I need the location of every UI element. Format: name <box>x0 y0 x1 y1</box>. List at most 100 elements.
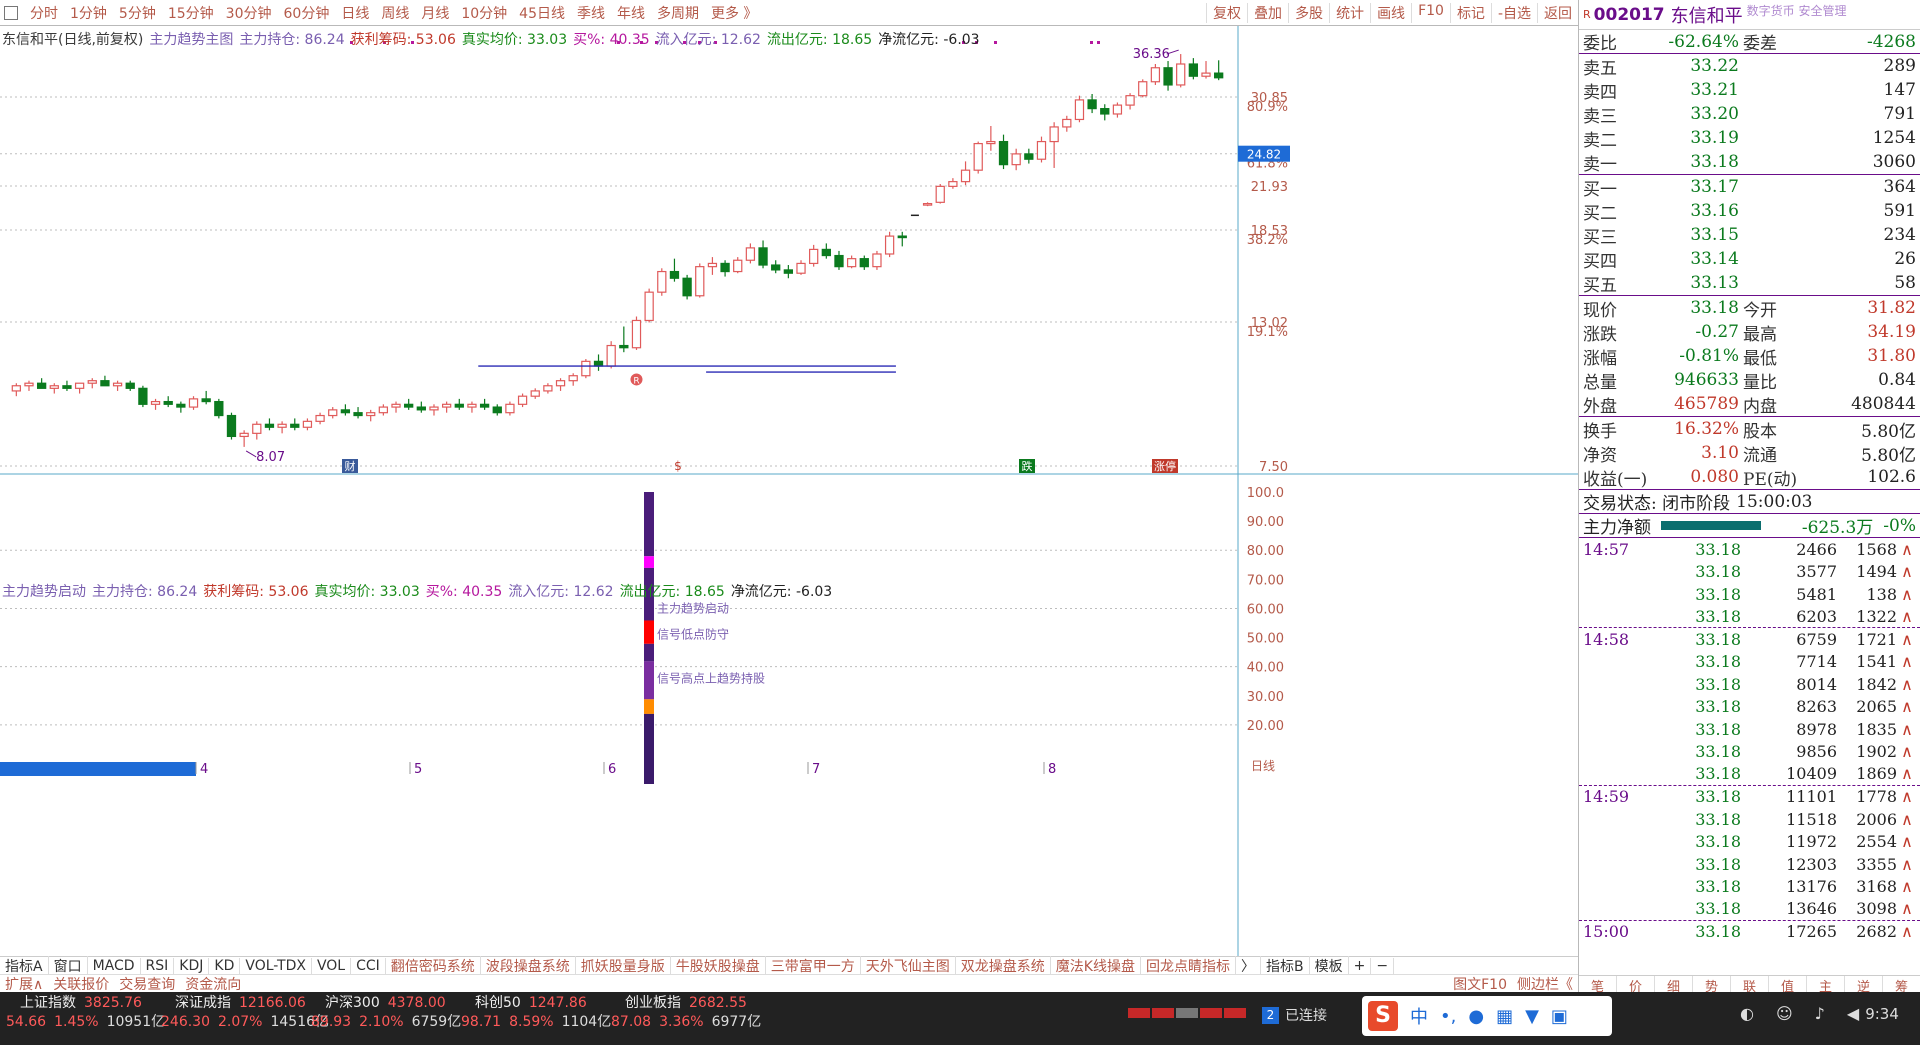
panel-tab-6[interactable]: 主 <box>1807 976 1845 995</box>
period-4[interactable]: 30分钟 <box>220 3 278 23</box>
candle-body[interactable] <box>809 248 819 265</box>
indicator-tab-22[interactable]: − <box>1371 957 1395 974</box>
function-tab-1[interactable]: 关联报价 <box>48 974 114 994</box>
candle-body[interactable] <box>935 185 945 203</box>
candle-body[interactable] <box>264 423 275 428</box>
candlestick-chart[interactable]: 30.8521.9318.5313.027.5080.9%61.8%38.2%1… <box>0 26 1578 956</box>
candle-body[interactable] <box>226 414 237 438</box>
indicator-tab-12[interactable]: 牛股妖股操盘 <box>671 955 766 976</box>
candle-body[interactable] <box>834 254 844 268</box>
ime-chinese-icon[interactable]: 中 <box>1410 1003 1428 1029</box>
candle-body[interactable] <box>290 423 300 428</box>
candle-body[interactable] <box>479 403 490 408</box>
indicator-tab-15[interactable]: 双龙操盘系统 <box>956 955 1051 976</box>
candle-body[interactable] <box>62 385 72 389</box>
candle-body[interactable] <box>1100 108 1110 115</box>
indicator-tab-17[interactable]: 回龙点睛指标 <box>1141 955 1236 976</box>
function-tab-2[interactable]: 交易查询 <box>114 974 180 994</box>
candle-body[interactable] <box>429 406 439 411</box>
candle-body[interactable] <box>707 262 718 268</box>
tick-list[interactable]: 14:57 33.18 2466 1568 ∧ 33.18 3577 1494 ∧ 33.18 54… <box>1579 538 1920 943</box>
candle-body[interactable] <box>986 140 996 145</box>
candle-body[interactable] <box>631 319 642 349</box>
ime-skin-icon[interactable]: ▼ <box>1525 1006 1539 1027</box>
candle-body[interactable] <box>74 382 85 389</box>
panel-tab-7[interactable]: 逆 <box>1845 976 1883 995</box>
candle-body[interactable] <box>1112 104 1123 115</box>
indicator-tab-2[interactable]: MACD <box>88 957 141 974</box>
candle-body[interactable] <box>1201 72 1211 77</box>
ime-keyboard-icon[interactable]: ▦ <box>1496 1006 1513 1027</box>
indicator-tab-1[interactable]: 窗口 <box>49 955 88 976</box>
candle-body[interactable] <box>657 270 667 293</box>
candle-body[interactable] <box>846 258 857 268</box>
candle-body[interactable] <box>454 403 464 408</box>
period-14[interactable]: 更多 》 <box>705 3 763 23</box>
tool-3[interactable]: 统计 <box>1329 2 1370 23</box>
user-icon[interactable]: ☺ <box>1776 1004 1793 1023</box>
candle-body[interactable] <box>593 360 604 367</box>
candle-body[interactable] <box>897 235 907 239</box>
indicator-tab-9[interactable]: 翻倍密码系统 <box>386 955 481 976</box>
candle-body[interactable] <box>36 382 47 389</box>
candle-body[interactable] <box>1024 153 1034 160</box>
candle-body[interactable] <box>960 169 971 183</box>
indicator-tab-6[interactable]: VOL-TDX <box>240 957 312 974</box>
candle-body[interactable] <box>1011 153 1021 166</box>
candle-body[interactable] <box>1176 63 1186 86</box>
candle-body[interactable] <box>391 403 401 408</box>
tool-0[interactable]: 复权 <box>1206 2 1247 23</box>
candle-body[interactable] <box>150 400 161 405</box>
index-block[interactable]: 科创50 1247.86 98.71 8.59% 1104亿 <box>455 994 611 1032</box>
candle-body[interactable] <box>948 181 958 187</box>
candle-body[interactable] <box>87 380 97 384</box>
candle-body[interactable] <box>467 403 477 408</box>
candle-body[interactable] <box>100 380 110 387</box>
candle-body[interactable] <box>872 253 882 268</box>
candle-body[interactable] <box>441 403 452 408</box>
candle-body[interactable] <box>821 248 831 257</box>
panel-tab-0[interactable]: 笔 <box>1579 976 1617 995</box>
candle-body[interactable] <box>302 420 313 428</box>
indicator-tab-20[interactable]: 模板 <box>1310 955 1349 976</box>
volume-icon[interactable]: ◀ <box>1847 1004 1859 1023</box>
period-0[interactable]: 分时 <box>24 3 64 23</box>
candle-body[interactable] <box>1074 99 1085 121</box>
indicator-tab-3[interactable]: RSI <box>141 957 175 974</box>
indicator-tab-10[interactable]: 波段操盘系统 <box>481 955 576 976</box>
period-1[interactable]: 1分钟 <box>64 3 113 23</box>
candle-body[interactable] <box>922 202 933 206</box>
candle-body[interactable] <box>973 142 983 171</box>
candle-body[interactable] <box>277 423 287 428</box>
period-2[interactable]: 5分钟 <box>113 3 162 23</box>
indicator-tab-14[interactable]: 天外飞仙主图 <box>861 955 956 976</box>
candle-body[interactable] <box>416 406 426 411</box>
candle-body[interactable] <box>644 291 654 322</box>
candle-body[interactable] <box>530 390 540 397</box>
period-5[interactable]: 60分钟 <box>278 3 336 23</box>
period-3[interactable]: 15分钟 <box>162 3 220 23</box>
candle-body[interactable] <box>252 423 262 434</box>
period-7[interactable]: 周线 <box>375 3 415 23</box>
candle-body[interactable] <box>239 432 249 438</box>
candle-body[interactable] <box>1163 67 1173 86</box>
candle-body[interactable] <box>998 140 1009 166</box>
candle-body[interactable] <box>619 344 629 349</box>
index-block[interactable]: 上证指数 3825.76 54.66 1.45% 10951亿 <box>0 994 165 1032</box>
candle-body[interactable] <box>214 400 224 417</box>
candle-body[interactable] <box>783 269 794 274</box>
candle-body[interactable] <box>745 247 756 261</box>
candle-body[interactable] <box>1049 126 1059 143</box>
indicator-tab-5[interactable]: KD <box>209 957 241 974</box>
candle-body[interactable] <box>49 385 59 389</box>
indicator-tab-19[interactable]: 指标B <box>1261 955 1310 976</box>
tool-7[interactable]: -自选 <box>1490 2 1537 23</box>
candle-body[interactable] <box>859 258 869 268</box>
indicator-tab-8[interactable]: CCI <box>351 957 386 974</box>
indicator-tab-4[interactable]: KDJ <box>174 957 210 974</box>
ime-punct-icon[interactable]: •, <box>1440 1006 1456 1027</box>
tool-1[interactable]: 叠加 <box>1247 2 1288 23</box>
candle-body[interactable] <box>125 382 135 389</box>
candle-body[interactable] <box>315 414 325 422</box>
candle-body[interactable] <box>555 380 566 387</box>
